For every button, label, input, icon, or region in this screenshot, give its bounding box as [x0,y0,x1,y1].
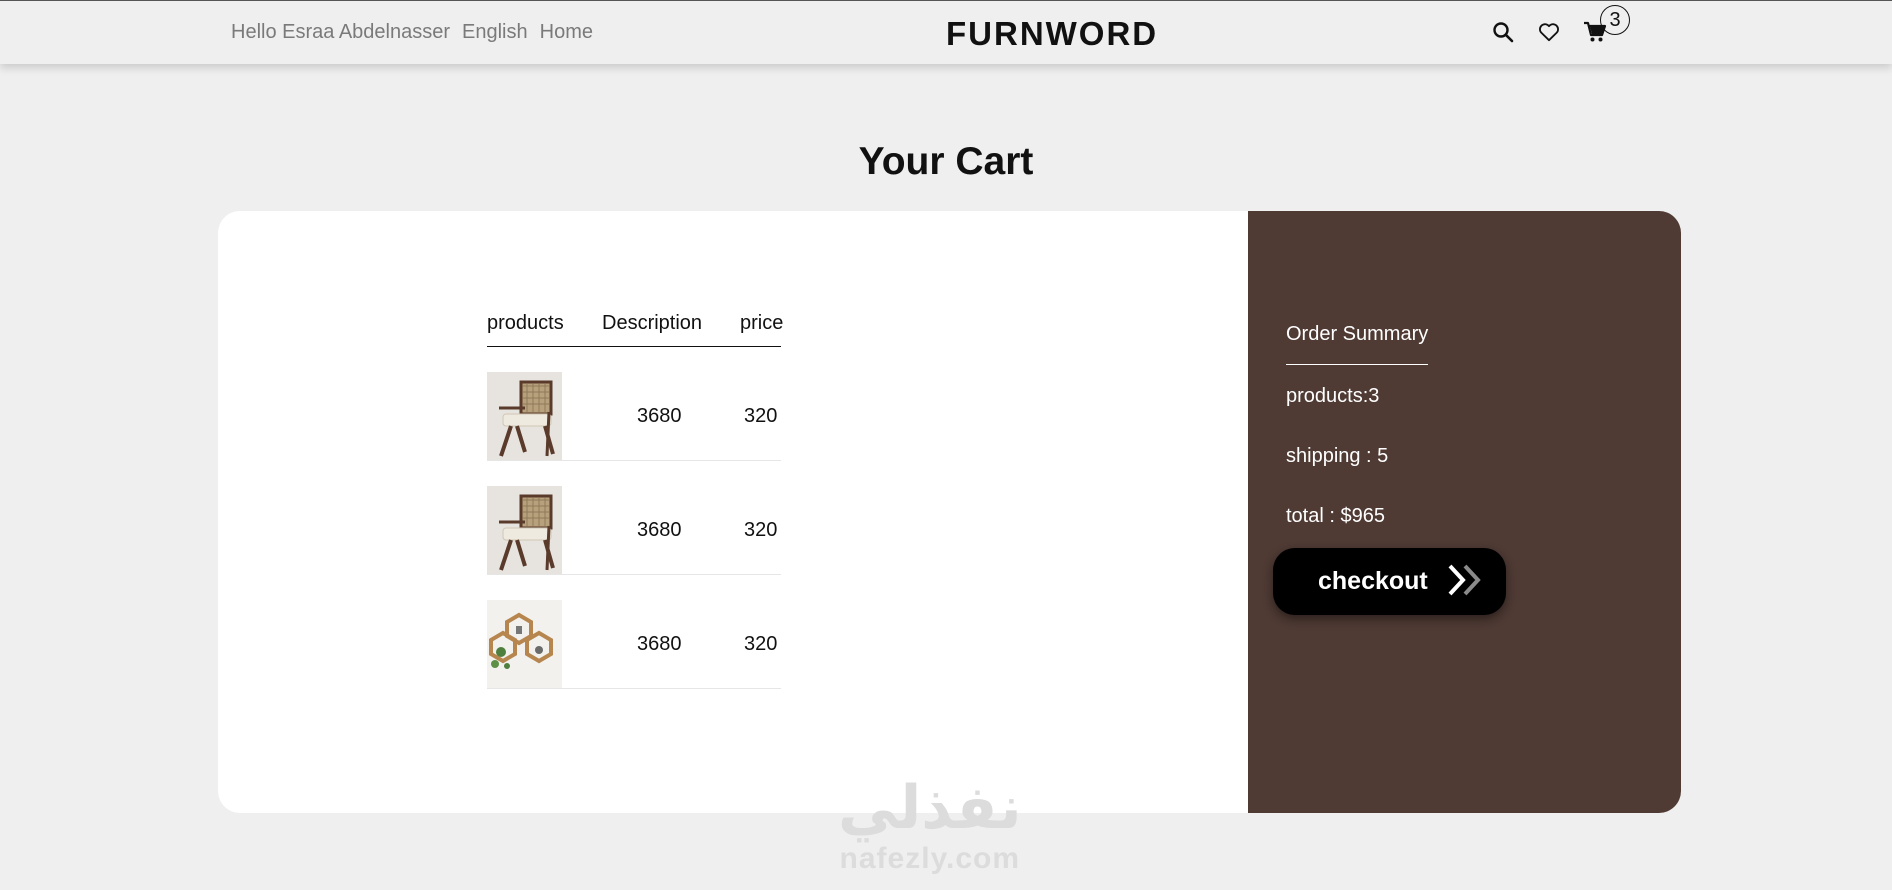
order-summary-panel: Order Summary products:3 shipping : 5 to… [1248,211,1681,813]
watermark-arabic: نفذلي [838,773,1022,843]
summary-divider [1286,364,1428,365]
header-icons: 3 [1490,5,1630,45]
heart-icon[interactable] [1536,19,1562,45]
double-chevron-right-icon [1446,563,1484,600]
checkout-label: checkout [1318,567,1428,595]
table-row: 3680 320 [487,575,781,689]
page-title: Your Cart [858,140,1034,183]
summary-products: products:3 [1286,385,1380,407]
row-price: 320 [744,405,778,427]
cart-count-badge: 3 [1600,5,1630,35]
chair-image [487,486,562,574]
cart-card: products Description price 3680 320 3680… [218,211,1681,813]
checkout-button[interactable]: checkout [1273,548,1506,615]
order-summary-title: Order Summary [1286,323,1429,345]
table-header: products Description price [487,307,784,347]
summary-total: total : $965 [1286,505,1385,527]
search-icon[interactable] [1490,19,1516,45]
summary-shipping: shipping : 5 [1286,445,1389,467]
column-header-description: Description [602,312,703,334]
language-link[interactable]: English [462,21,528,44]
table-row: 3680 320 [487,461,781,575]
brand-logo[interactable]: FURNWORD [946,15,1158,53]
row-description: 3680 [637,519,682,541]
chair-image [487,372,562,460]
watermark: نفذلي nafezly.com [838,778,1022,876]
column-header-price: price [740,312,784,334]
table-row: 3680 320 [487,347,781,461]
top-navbar: Hello Esraa Abdelnasser English Home FUR… [0,0,1892,64]
watermark-latin: nafezly.com [839,842,1021,875]
hexagon-shelves-image [487,600,562,688]
row-price: 320 [744,519,778,541]
cart-button[interactable]: 3 [1582,5,1630,45]
row-description: 3680 [637,405,682,427]
user-greeting-link[interactable]: Hello Esraa Abdelnasser [231,21,450,44]
nav-left: Hello Esraa Abdelnasser English Home [231,21,593,44]
home-link[interactable]: Home [540,21,593,44]
column-header-products: products [487,312,564,334]
cart-table: products Description price 3680 320 3680… [487,307,784,689]
row-price: 320 [744,633,778,655]
row-description: 3680 [637,633,682,655]
